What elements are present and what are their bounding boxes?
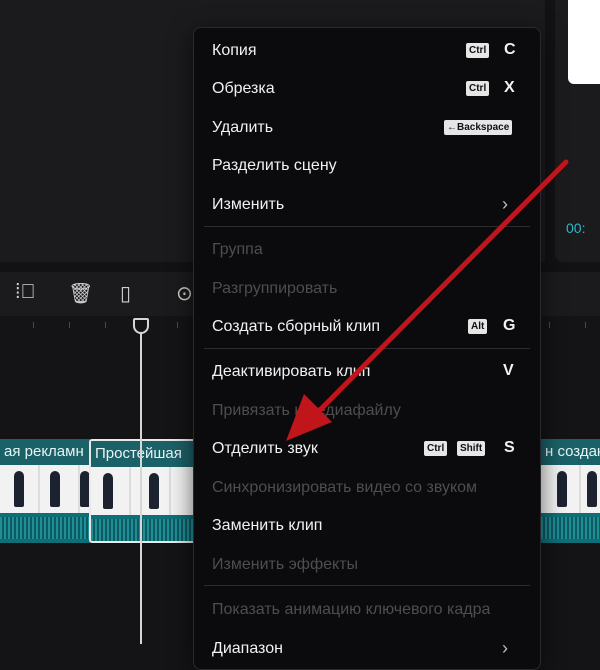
menu-item-sync-video-audio: Синхронизировать видео со звуком [194,470,540,506]
menu-item-deactivate-clip[interactable]: Деактивировать клип V [194,354,540,390]
clip-title: Простейшая [91,441,197,467]
menu-item-label: Отделить звук [212,440,318,457]
playhead-handle[interactable] [133,318,149,334]
menu-item-label: Показать анимацию ключевого кадра [212,601,491,618]
clip-thumbnails [0,465,90,513]
audio-waveform [0,517,90,539]
shortcut-key: S [504,439,515,456]
menu-item-label: Разделить сцену [212,157,337,174]
timeline-clip[interactable]: ая рекламн [0,439,90,543]
menu-item-edit-effects: Изменить эффекты [194,547,540,583]
menu-item-label: Синхронизировать видео со звуком [212,479,478,496]
menu-item-label: Диапазон [212,640,283,657]
menu-item-delete[interactable]: Удалить ←Backspace [194,110,540,146]
menu-item-cut[interactable]: Обрезка Ctrl X [194,71,540,107]
menu-item-ungroup: Разгруппировать [194,271,540,307]
shortcut-badge: Shift [457,441,486,456]
chevron-right-icon: › [502,194,508,214]
shortcut-badge: ←Backspace [444,120,513,135]
menu-item-range[interactable]: Диапазон › [194,631,540,667]
clip-thumbnails [91,467,197,515]
freeze-frame-icon[interactable]: ▯ [120,281,131,306]
menu-item-copy[interactable]: Копия Ctrl C [194,33,540,69]
menu-item-label: Копия [212,42,257,59]
menu-item-label: Обрезка [212,80,275,97]
menu-item-label: Изменить эффекты [212,556,359,573]
menu-item-create-compound-clip[interactable]: Создать сборный клип Alt G [194,309,540,345]
menu-separator [204,585,530,586]
shortcut-key: C [504,41,516,58]
playhead[interactable] [140,326,142,644]
context-menu: Копия Ctrl C Обрезка Ctrl X Удалить ←Bac… [193,27,541,670]
clip-title: ая рекламн [0,439,90,465]
menu-item-edit[interactable]: Изменить › [194,187,540,223]
properties-preview [568,0,600,84]
shortcut-badge: Ctrl [424,441,448,456]
clip-thumbnails [541,465,600,513]
timeline-clip-selected[interactable]: Простейшая [89,439,199,543]
timecode-readout: 00: [566,220,586,236]
menu-item-label: Деактивировать клип [212,363,371,380]
audio-waveform [541,517,600,539]
menu-item-show-keyframe-animation: Показать анимацию ключевого кадра [194,592,540,628]
menu-item-label: Группа [212,241,263,258]
menu-item-detach-audio[interactable]: Отделить звук Ctrl Shift S [194,431,540,467]
menu-item-split-scene[interactable]: Разделить сцену [194,148,540,184]
audio-waveform [91,519,197,541]
play-icon[interactable]: ⊙ [176,281,193,306]
split-icon[interactable]: ⁞⃒ [15,281,36,304]
timeline-clip[interactable]: н создан [541,439,600,543]
menu-item-group: Группа [194,232,540,268]
clip-title: н создан [541,439,600,465]
chevron-right-icon: › [502,638,508,658]
menu-separator [204,348,530,349]
menu-item-label: Заменить клип [212,517,323,534]
menu-item-label: Привязать к медиафайлу [212,402,401,419]
menu-item-link-media: Привязать к медиафайлу [194,393,540,429]
shortcut-badge: Alt [468,319,488,334]
shortcut-key: X [504,79,515,96]
shortcut-key: G [503,317,516,334]
menu-item-replace-clip[interactable]: Заменить клип [194,508,540,544]
menu-item-label: Изменить [212,196,285,213]
shortcut-badge: Ctrl [466,43,490,58]
shortcut-badge: Ctrl [466,81,490,96]
delete-icon[interactable]: 🗑 [68,281,93,306]
menu-separator [204,226,530,227]
menu-item-label: Удалить [212,119,274,136]
menu-item-label: Разгруппировать [212,280,338,297]
menu-item-label: Создать сборный клип [212,318,381,335]
shortcut-key: V [503,362,514,379]
